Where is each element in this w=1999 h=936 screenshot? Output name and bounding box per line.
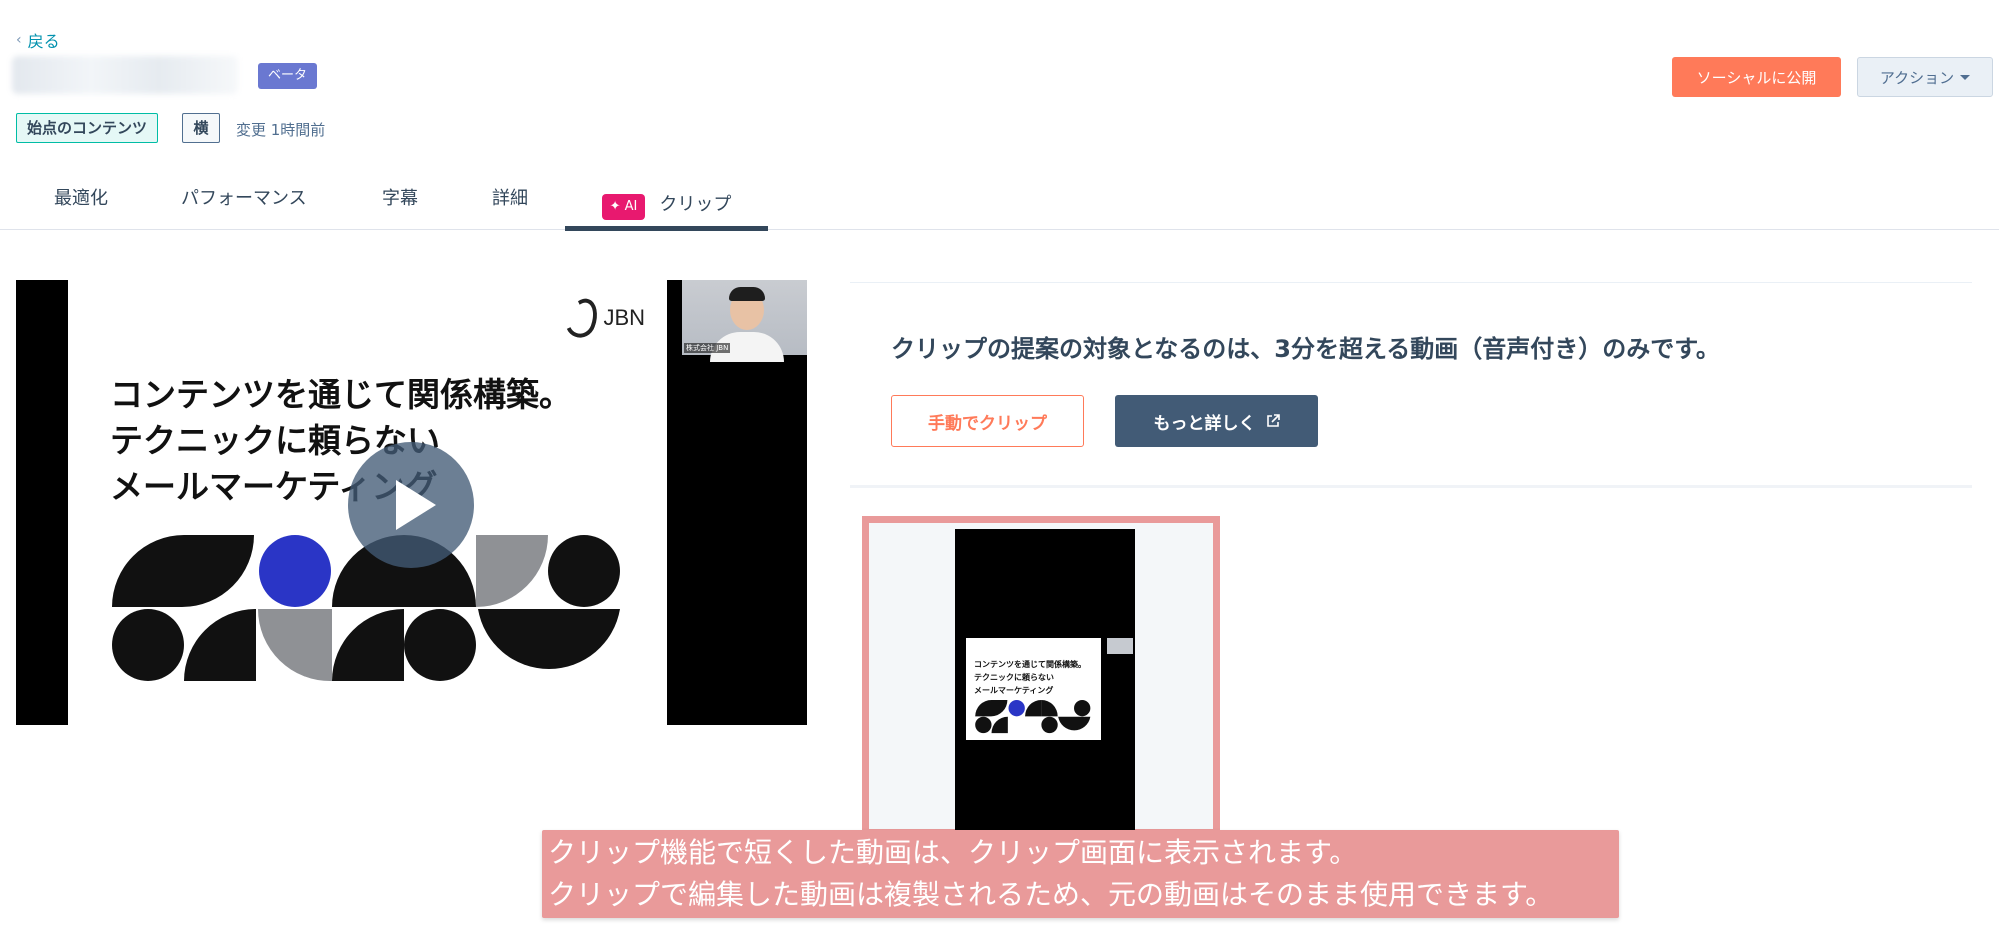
tab-label: 字幕 <box>382 188 418 209</box>
tab-clips[interactable]: ✦ AI クリップ <box>565 176 768 231</box>
clip-notice: クリップの提案の対象となるのは、3分を超える動画（音声付き）のみです。 <box>891 335 1720 363</box>
headline-line: メールマーケティング <box>110 467 438 506</box>
orientation-tag: 横 <box>182 113 220 143</box>
tab-label: 詳細 <box>492 188 528 209</box>
tab-bar: 最適化 パフォーマンス 字幕 詳細 ✦ AI クリップ <box>0 176 1999 231</box>
play-button[interactable] <box>348 442 474 568</box>
modified-timestamp: 変更 1時間前 <box>236 121 326 139</box>
jbn-swirl-icon <box>561 294 604 342</box>
caption-line: クリップ機能で短くした動画は、クリップ画面に表示されます。 <box>548 836 1358 869</box>
mini-slide: コンテンツを通じて関係構築。 テクニックに頼らない メールマーケティング <box>966 638 1101 740</box>
geometric-pattern <box>112 535 620 682</box>
webcam-label: 株式会社 JBN <box>684 343 731 353</box>
learn-more-button[interactable]: もっと詳しく <box>1115 395 1318 447</box>
tab-label: クリップ <box>659 194 732 215</box>
headline-line: コンテンツを通じて関係構築。 <box>110 375 572 414</box>
mini-geometric-pattern <box>975 700 1091 734</box>
beta-badge: ベータ <box>258 63 318 89</box>
mini-webcam <box>1107 638 1133 654</box>
manual-clip-button[interactable]: 手動でクリップ <box>891 395 1084 447</box>
tab-captions[interactable]: 字幕 <box>382 176 418 230</box>
mini-headline-line: メールマーケティング <box>974 686 1054 695</box>
mini-headline-line: テクニックに頼らない <box>974 673 1054 682</box>
clip-thumbnail: コンテンツを通じて関係構築。 テクニックに頼らない メールマーケティング <box>955 529 1135 839</box>
chevron-left-icon: ‹ <box>16 32 22 48</box>
origin-content-tag: 始点のコンテンツ <box>16 113 159 143</box>
logo-text: JBN <box>603 305 645 330</box>
mini-headline: コンテンツを通じて関係構築。 テクニックに頼らない メールマーケティング <box>974 658 1086 697</box>
ai-badge: ✦ AI <box>601 194 646 220</box>
webcam-overlay: 株式会社 JBN <box>682 280 807 362</box>
tab-details[interactable]: 詳細 <box>492 176 528 230</box>
clip-info-panel: クリップの提案の対象となるのは、3分を超える動画（音声付き）のみです。 手動でク… <box>850 282 1972 488</box>
caret-down-icon <box>1960 74 1971 80</box>
caption-line: クリップで編集した動画は複製されるため、元の動画はそのまま使用できます。 <box>548 878 1554 911</box>
tab-optimize[interactable]: 最適化 <box>54 176 108 230</box>
external-link-icon <box>1266 414 1280 427</box>
publish-social-button[interactable]: ソーシャルに公開 <box>1672 57 1841 97</box>
tab-label: パフォーマンス <box>181 188 307 209</box>
clip-card[interactable]: コンテンツを通じて関係構築。 テクニックに頼らない メールマーケティング <box>862 516 1220 839</box>
tab-label: 最適化 <box>54 188 108 209</box>
learn-more-label: もっと詳しく <box>1153 413 1256 434</box>
play-icon <box>396 480 436 530</box>
mini-headline-line: コンテンツを通じて関係構築。 <box>974 660 1086 669</box>
speaker-hair <box>729 287 765 301</box>
jbn-logo: JBN <box>561 294 645 342</box>
video-title-redacted <box>12 56 238 94</box>
tutorial-caption: クリップ機能で短くした動画は、クリップ画面に表示されます。 クリップで編集した動… <box>542 830 1619 918</box>
back-label: 戻る <box>27 32 60 51</box>
actions-dropdown-button[interactable]: アクション <box>1857 57 1993 97</box>
video-player[interactable]: JBN コンテンツを通じて関係構築。 テクニックに頼らない メールマーケティング… <box>16 280 807 725</box>
tab-performance[interactable]: パフォーマンス <box>181 176 307 230</box>
slide-headline: コンテンツを通じて関係構築。 テクニックに頼らない メールマーケティング <box>110 372 572 510</box>
actions-label: アクション <box>1879 68 1955 87</box>
back-link[interactable]: ‹ 戻る <box>16 28 60 52</box>
headline-line: テクニックに頼らない <box>110 421 440 460</box>
